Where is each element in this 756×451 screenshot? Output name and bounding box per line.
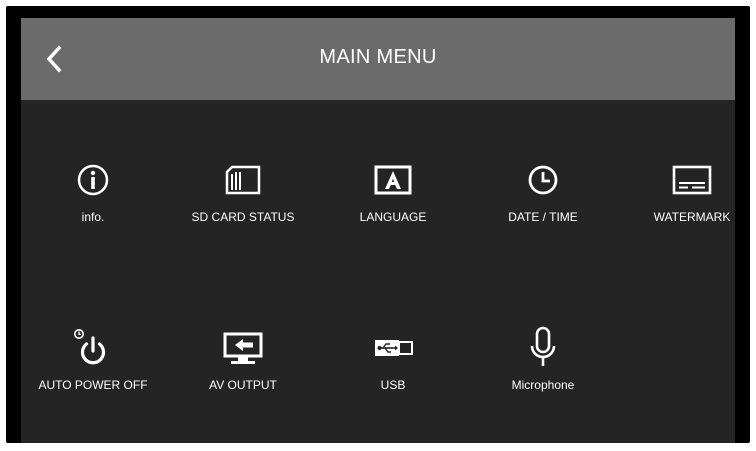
menu-item-date-time[interactable]: DATE / TIME bbox=[473, 158, 613, 248]
language-icon bbox=[371, 158, 415, 202]
usb-icon bbox=[371, 326, 415, 370]
menu-item-label: Microphone bbox=[511, 378, 575, 392]
menu-item-label: USB bbox=[380, 378, 406, 392]
menu-item-label: AV OUTPUT bbox=[209, 378, 277, 392]
menu-item-label: WATERMARK bbox=[653, 210, 731, 224]
device-frame: MAIN MENU info. SD CARD STATUS LANGUAGE … bbox=[0, 0, 756, 451]
menu-item-microphone[interactable]: Microphone bbox=[473, 326, 613, 416]
menu-item-info[interactable]: info. bbox=[23, 158, 163, 248]
main-menu-panel: MAIN MENU info. SD CARD STATUS LANGUAGE … bbox=[21, 18, 735, 443]
menu-item-language[interactable]: LANGUAGE bbox=[323, 158, 463, 248]
sd-card-icon bbox=[221, 158, 265, 202]
clock-icon bbox=[521, 158, 565, 202]
menu-item-sd-card-status[interactable]: SD CARD STATUS bbox=[173, 158, 313, 248]
av-output-icon bbox=[221, 326, 265, 370]
info-icon bbox=[71, 158, 115, 202]
watermark-icon bbox=[670, 158, 714, 202]
menu-item-av-output[interactable]: AV OUTPUT bbox=[173, 326, 313, 416]
auto-power-off-icon bbox=[71, 326, 115, 370]
menu-item-label: AUTO POWER OFF bbox=[38, 378, 148, 392]
menu-item-label: DATE / TIME bbox=[508, 210, 578, 224]
page-title: MAIN MENU bbox=[319, 46, 437, 68]
menu-item-usb[interactable]: USB bbox=[323, 326, 463, 416]
header-bar: MAIN MENU bbox=[21, 18, 735, 100]
screen-bezel: MAIN MENU info. SD CARD STATUS LANGUAGE … bbox=[6, 6, 750, 443]
menu-item-label: LANGUAGE bbox=[359, 210, 427, 224]
menu-item-label: SD CARD STATUS bbox=[191, 210, 295, 224]
menu-item-watermark[interactable]: WATERMARK bbox=[622, 158, 756, 248]
menu-item-auto-power-off[interactable]: AUTO POWER OFF bbox=[23, 326, 163, 416]
menu-item-label: info. bbox=[81, 210, 105, 224]
microphone-icon bbox=[521, 326, 565, 370]
